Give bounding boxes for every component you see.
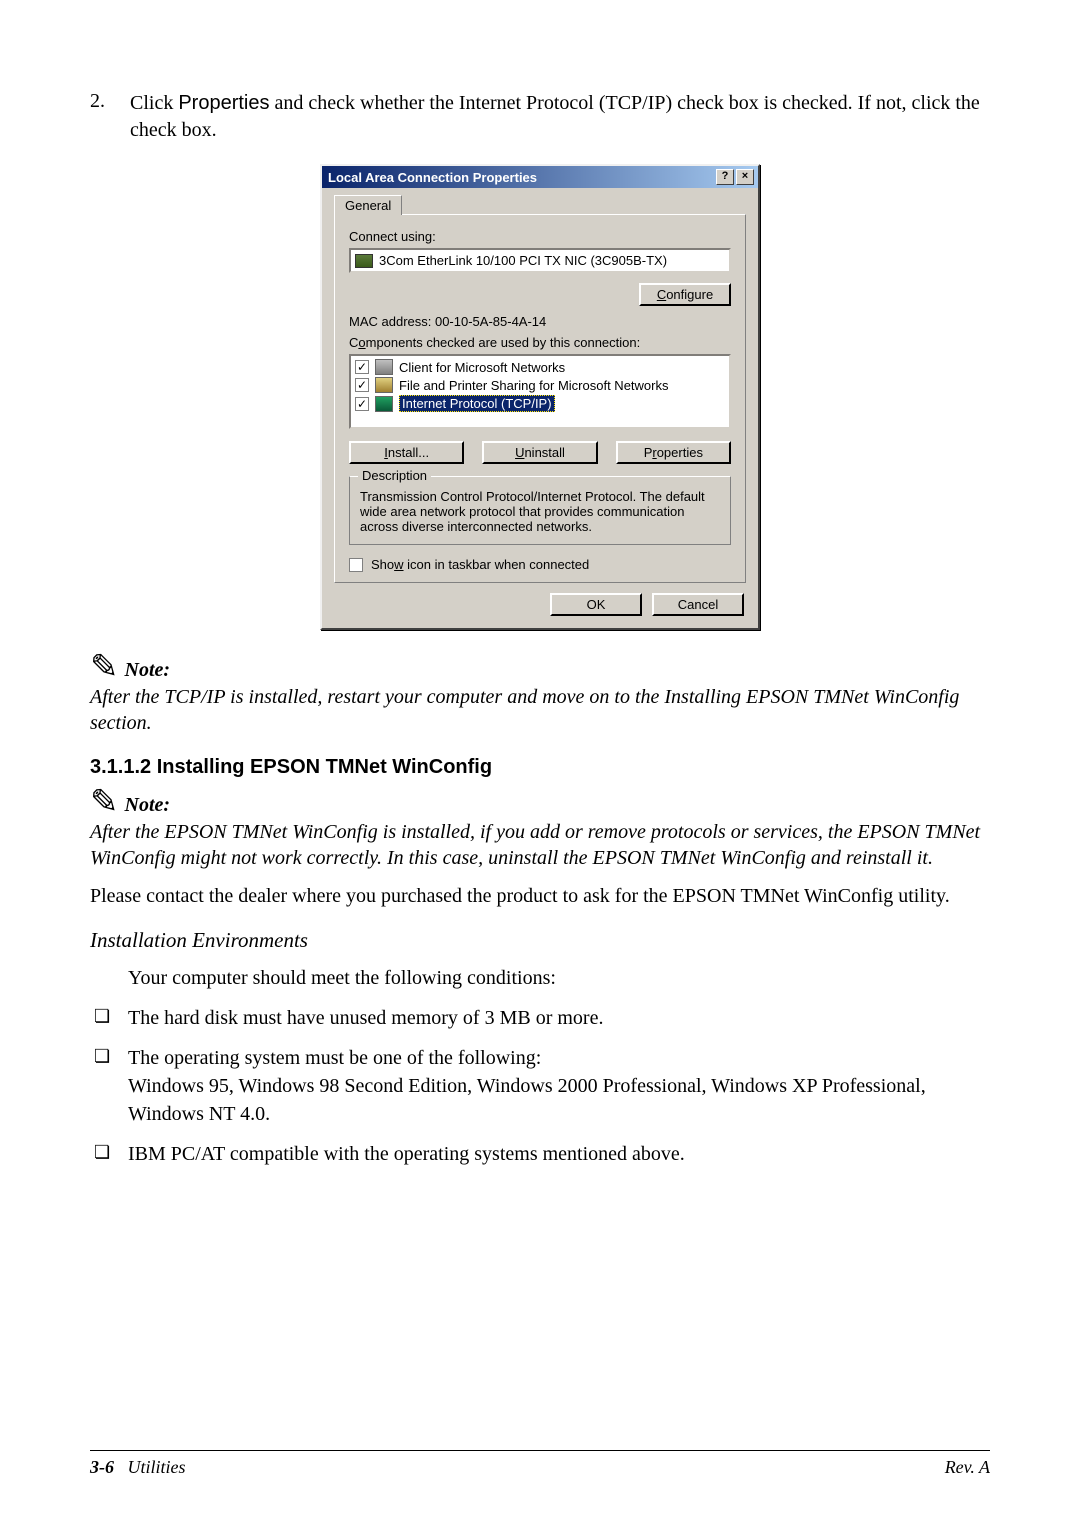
dialog-title: Local Area Connection Properties bbox=[326, 170, 537, 185]
step-text: Click Properties and check whether the I… bbox=[130, 90, 990, 144]
local-area-connection-properties-dialog: Local Area Connection Properties ? × Gen… bbox=[320, 164, 760, 630]
description-group: Description Transmission Control Protoco… bbox=[349, 476, 731, 545]
list-item: The operating system must be one of the … bbox=[90, 1044, 990, 1128]
footer-left: 3-6 Utilities bbox=[90, 1457, 186, 1478]
step-2: 2. Click Properties and check whether th… bbox=[90, 90, 990, 144]
note-header: ✎ Note: bbox=[90, 654, 990, 682]
section-heading: 3.1.1.2 Installing EPSON TMNet WinConfig bbox=[90, 756, 990, 779]
nic-icon bbox=[355, 254, 373, 268]
list-item: IBM PC/AT compatible with the operating … bbox=[90, 1140, 990, 1168]
nic-name: 3Com EtherLink 10/100 PCI TX NIC (3C905B… bbox=[379, 253, 667, 268]
configure-button[interactable]: Configure bbox=[639, 283, 731, 306]
page-footer: 3-6 Utilities Rev. A bbox=[90, 1450, 990, 1478]
checkbox-icon[interactable]: ✓ bbox=[355, 360, 369, 374]
step-pre: Click bbox=[130, 92, 178, 114]
checkbox-icon[interactable]: ✓ bbox=[355, 397, 369, 411]
cancel-button[interactable]: Cancel bbox=[652, 593, 744, 616]
footer-rule bbox=[90, 1450, 990, 1451]
show-icon-checkbox[interactable] bbox=[349, 558, 363, 572]
note-body: After the TCP/IP is installed, restart y… bbox=[90, 684, 990, 736]
env-intro: Your computer should meet the following … bbox=[128, 965, 990, 992]
dialog-footer-buttons: OK Cancel bbox=[334, 593, 746, 616]
note-icon: ✎ bbox=[90, 789, 119, 817]
footer-rev: Rev. A bbox=[945, 1457, 990, 1478]
list-buttons-row: Install... Uninstall Properties bbox=[349, 441, 731, 464]
note-body: After the EPSON TMNet WinConfig is insta… bbox=[90, 819, 990, 871]
ok-button[interactable]: OK bbox=[550, 593, 642, 616]
note-label: Note: bbox=[125, 794, 171, 817]
description-legend: Description bbox=[358, 468, 431, 483]
list-item[interactable]: ✓ File and Printer Sharing for Microsoft… bbox=[353, 376, 727, 394]
step-number: 2. bbox=[90, 90, 112, 144]
tcpip-icon bbox=[375, 396, 393, 412]
close-button[interactable]: × bbox=[736, 169, 754, 185]
install-button[interactable]: Install... bbox=[349, 441, 464, 464]
note-label: Note: bbox=[125, 659, 171, 682]
note-header: ✎ Note: bbox=[90, 789, 990, 817]
show-icon-row: Show icon in taskbar when connected bbox=[349, 557, 731, 572]
client-icon bbox=[375, 359, 393, 375]
list-item-label: Client for Microsoft Networks bbox=[399, 360, 565, 375]
dialog-body: General Connect using: 3Com EtherLink 10… bbox=[322, 188, 758, 628]
requirements-list: The hard disk must have unused memory of… bbox=[90, 1004, 990, 1168]
help-button[interactable]: ? bbox=[716, 169, 734, 185]
show-icon-label: Show icon in taskbar when connected bbox=[371, 557, 589, 572]
list-item-label: Internet Protocol (TCP/IP) bbox=[399, 395, 555, 412]
checkbox-icon[interactable]: ✓ bbox=[355, 378, 369, 392]
configure-row: Configure bbox=[349, 283, 731, 306]
contact-paragraph: Please contact the dealer where you purc… bbox=[90, 883, 990, 910]
page-number: 3-6 bbox=[90, 1457, 114, 1477]
description-text: Transmission Control Protocol/Internet P… bbox=[360, 489, 720, 534]
tabs: General bbox=[334, 194, 746, 214]
titlebar-buttons: ? × bbox=[716, 169, 754, 185]
installation-environments-heading: Installation Environments bbox=[90, 928, 990, 953]
tab-general[interactable]: General bbox=[334, 195, 402, 215]
list-item: The hard disk must have unused memory of… bbox=[90, 1004, 990, 1032]
connect-using-label: Connect using: bbox=[349, 229, 731, 244]
footer-section bbox=[119, 1457, 128, 1477]
mac-address: MAC address: 00-10-5A-85-4A-14 bbox=[349, 314, 731, 329]
configure-rest: onfigure bbox=[666, 287, 713, 302]
footer-row: 3-6 Utilities Rev. A bbox=[90, 1457, 990, 1478]
nic-field: 3Com EtherLink 10/100 PCI TX NIC (3C905B… bbox=[349, 248, 731, 273]
note-icon: ✎ bbox=[90, 654, 119, 682]
note-block-2: ✎ Note: After the EPSON TMNet WinConfig … bbox=[90, 789, 990, 871]
components-label: Components checked are used by this conn… bbox=[349, 335, 731, 350]
uninstall-button[interactable]: Uninstall bbox=[482, 441, 597, 464]
list-item[interactable]: ✓ Client for Microsoft Networks bbox=[353, 358, 727, 376]
step-code: Properties bbox=[178, 92, 269, 114]
footer-section-name: Utilities bbox=[128, 1457, 186, 1477]
fileshare-icon bbox=[375, 377, 393, 393]
list-item-label: File and Printer Sharing for Microsoft N… bbox=[399, 378, 668, 393]
general-panel: Connect using: 3Com EtherLink 10/100 PCI… bbox=[334, 214, 746, 583]
dialog-container: Local Area Connection Properties ? × Gen… bbox=[90, 164, 990, 630]
list-item-selected[interactable]: ✓ Internet Protocol (TCP/IP) bbox=[353, 394, 727, 413]
note-block-1: ✎ Note: After the TCP/IP is installed, r… bbox=[90, 654, 990, 736]
title-bar: Local Area Connection Properties ? × bbox=[322, 166, 758, 188]
properties-button[interactable]: Properties bbox=[616, 441, 731, 464]
components-listbox[interactable]: ✓ Client for Microsoft Networks ✓ File a… bbox=[349, 354, 731, 429]
